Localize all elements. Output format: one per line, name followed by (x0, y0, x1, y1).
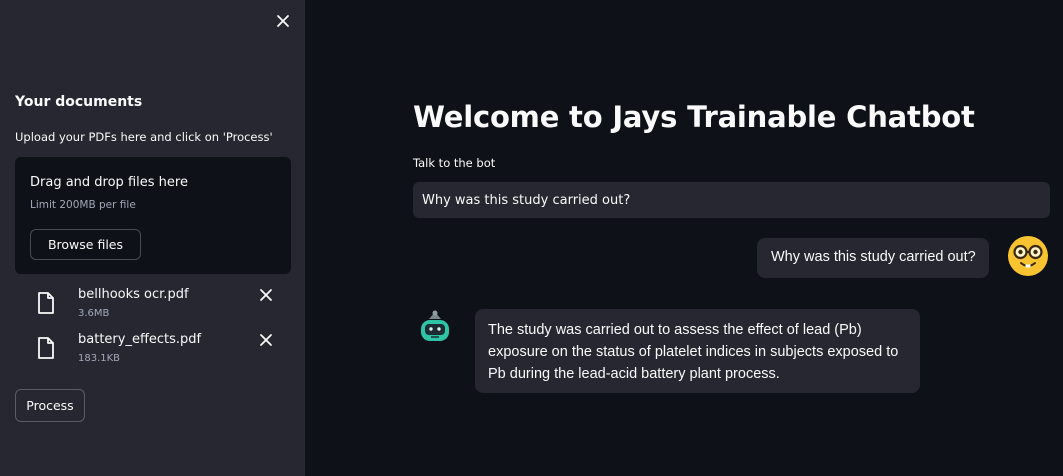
file-size: 3.6MB (78, 308, 110, 319)
dropzone-limit: Limit 200MB per file (30, 199, 136, 211)
file-icon (38, 337, 54, 359)
nerd-face-icon (1008, 236, 1048, 276)
uploaded-file-item: bellhooks ocr.pdf 3.6MB (30, 287, 280, 323)
uploaded-file-item: battery_effects.pdf 183.1KB (30, 332, 280, 368)
page-title: Welcome to Jays Trainable Chatbot (413, 100, 975, 134)
remove-file-button[interactable] (259, 287, 273, 301)
robot-icon (421, 310, 449, 341)
close-icon (260, 289, 272, 301)
dropzone-text: Drag and drop files here (30, 175, 188, 190)
chat-input[interactable] (413, 182, 1050, 218)
file-size: 183.1KB (78, 353, 121, 364)
user-message-bubble: Why was this study carried out? (757, 238, 989, 278)
sidebar: Your documents Upload your PDFs here and… (0, 0, 305, 476)
remove-file-button[interactable] (259, 332, 273, 346)
sidebar-subtitle: Upload your PDFs here and click on 'Proc… (15, 130, 273, 144)
process-button[interactable]: Process (15, 389, 85, 422)
bot-message-bubble: The study was carried out to assess the … (475, 309, 920, 393)
file-icon (38, 292, 54, 314)
file-name: battery_effects.pdf (78, 332, 202, 347)
sidebar-title: Your documents (15, 94, 143, 110)
chat-input-label: Talk to the bot (413, 156, 496, 170)
close-icon (277, 15, 289, 27)
file-dropzone[interactable]: Drag and drop files here Limit 200MB per… (15, 157, 291, 274)
close-icon (260, 334, 272, 346)
file-name: bellhooks ocr.pdf (78, 287, 189, 302)
close-sidebar-button[interactable] (274, 12, 292, 30)
browse-files-button[interactable]: Browse files (30, 229, 141, 260)
